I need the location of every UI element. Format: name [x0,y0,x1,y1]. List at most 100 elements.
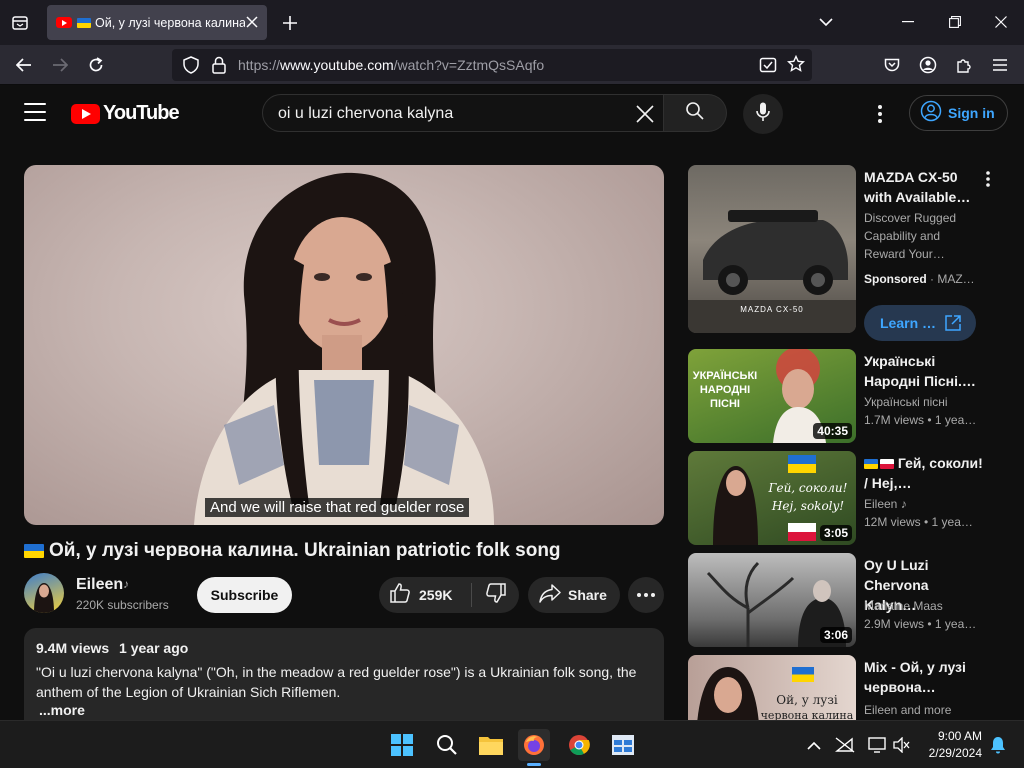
share-arrow-icon [539,583,561,608]
tab-list-icon[interactable] [6,9,34,37]
new-tab-plus-icon[interactable] [277,10,303,36]
video-title[interactable]: Українські Народні Пісні.… [864,351,984,391]
reader-view-icon[interactable] [759,56,777,79]
ad-title[interactable]: MAZDA CX-50 with Available… [864,167,984,207]
share-button[interactable]: Share [528,577,620,613]
video-player[interactable]: And we will raise that red guelder rose [24,165,664,525]
recommended-mix[interactable]: Ой, у лузі червона калина Mix - Ой, у лу… [688,655,1008,720]
channel-name[interactable]: Eileen [76,576,123,594]
extensions-puzzle-icon[interactable] [950,51,978,79]
view-count: 9.4M views [36,640,110,656]
more-actions-icon[interactable] [628,577,664,613]
search-input[interactable]: oi u luzi chervona kalyna [262,94,664,132]
video-thumbnail[interactable]: Ой, у лузі червона калина [688,655,856,720]
address-bar[interactable]: https://www.youtube.com/watch?v=ZztmQsSA… [172,49,812,81]
search-icon[interactable] [431,729,463,761]
settings-more-icon[interactable] [866,100,894,128]
url-path: /watch?v=ZztmQsSAqfo [393,57,545,73]
description-meta: 9.4M views 1 year ago [36,640,652,656]
recommended-video-1[interactable]: УКРАЇНСЬКІ НАРОДНІ ПІСНІ 40:35 Українськ… [688,349,1008,443]
subscriber-count: 220K subscribers [76,598,169,612]
list-all-tabs-chevron-icon[interactable] [811,8,841,36]
recommended-video-3[interactable]: 3:06 Oy U Luzi Chervona Kalyn… Marlaine … [688,553,1008,647]
video-duration: 3:06 [819,627,852,643]
dislike-button[interactable] [472,577,519,613]
pocket-icon[interactable] [878,51,906,79]
youtube-logo[interactable]: YouTube [71,102,180,125]
video-meta: 12M views • 1 yea… [864,515,973,529]
app-menu-hamburger-icon[interactable] [986,51,1014,79]
chrome-icon[interactable] [563,729,595,761]
youtube-header: YouTube oi u luzi chervona kalyna Sign i… [0,85,1024,141]
ukraine-flag-icon [24,544,44,558]
video-channel[interactable]: Eileen and more [864,703,951,717]
video-thumbnail[interactable]: Гей, соколи! Hej, sokoly! 3:05 [688,451,856,545]
video-title[interactable]: Гей, соколи! / Hej,… [864,453,984,493]
reload-icon[interactable] [82,51,110,79]
lock-icon[interactable] [211,56,227,79]
notification-bell-icon[interactable] [982,729,1014,761]
clear-search-icon[interactable] [633,102,657,126]
video-channel[interactable]: Українські пісні [864,395,948,409]
network-offline-icon[interactable] [829,729,861,761]
sign-in-label: Sign in [948,105,995,121]
account-icon[interactable] [914,51,942,79]
video-channel[interactable]: Marlaine Maas [864,599,943,613]
voice-search-button[interactable] [743,94,783,134]
video-title: Ой, у лузі червона калина. Ukrainian pat… [24,540,664,562]
youtube-logo-text: YouTube [103,102,180,124]
windows-start-icon[interactable] [386,729,418,761]
sign-in-button[interactable]: Sign in [909,95,1008,131]
tab-title: Ой, у лузі червона калина. Ukrainian pat… [95,15,245,30]
url-host: www.youtube.com [280,57,394,73]
video-channel[interactable]: Eileen ♪ [864,497,907,511]
url-scheme: https:// [238,57,281,73]
search-button[interactable] [664,94,727,132]
description-box[interactable]: 9.4M views 1 year ago "Oi u luzi chervon… [24,628,664,720]
control-panel-icon[interactable] [607,729,639,761]
url-text: https://www.youtube.com/watch?v=ZztmQsSA… [238,57,544,73]
thumbs-down-icon [485,582,507,609]
ad-options-icon[interactable] [976,167,1000,191]
close-window-icon[interactable] [986,8,1016,36]
clock-time[interactable]: 9:00 AM [920,729,982,743]
video-duration: 40:35 [813,423,852,439]
guide-menu-icon[interactable] [24,103,46,121]
subscribe-button[interactable]: Subscribe [197,577,292,613]
learn-more-button[interactable]: Learn … [864,305,976,341]
video-caption: And we will raise that red guelder rose [205,498,470,517]
bookmark-star-icon[interactable] [786,54,806,78]
show-more-link[interactable]: ...more [39,702,652,718]
video-title-text: Ой, у лузі червона калина. Ukrainian pat… [49,540,561,561]
tracking-protection-shield-icon[interactable] [182,56,200,79]
ad-sponsored-line: Sponsored · MAZ… [864,272,975,286]
thumbnail-text-1: Гей, соколи! [768,481,848,495]
tab-youtube[interactable]: Ой, у лузі червона калина. Ukrainian pat… [47,5,267,40]
video-thumbnail[interactable]: УКРАЇНСЬКІ НАРОДНІ ПІСНІ 40:35 [688,349,856,443]
thumbnail-text: УКРАЇНСЬКІ НАРОДНІ ПІСНІ [692,370,758,410]
channel-avatar[interactable] [24,573,64,613]
clock-date[interactable]: 2/29/2024 [920,746,982,760]
firefox-icon[interactable] [518,729,550,761]
video-title[interactable]: Mix - Ой, у лузі червона… [864,657,984,697]
ad-thumbnail[interactable]: MAZDA CX-50 [688,165,856,333]
video-thumbnail[interactable]: 3:06 [688,553,856,647]
video-frame-image [194,172,494,525]
volume-muted-icon[interactable] [886,729,918,761]
thumbnail-text-1: Ой, у лузі [776,693,838,707]
restore-window-icon[interactable] [940,8,970,36]
back-arrow-icon[interactable] [10,51,38,79]
file-explorer-icon[interactable] [475,729,507,761]
tray-chevron-up-icon[interactable] [798,729,830,761]
close-tab-icon[interactable] [243,13,261,31]
thumbs-up-icon [389,582,411,609]
microphone-icon [756,102,770,127]
minimize-window-icon[interactable] [893,8,923,36]
video-duration: 3:05 [819,525,852,541]
browser-nav-bar: https://www.youtube.com/watch?v=ZztmQsSA… [0,45,1024,85]
like-button[interactable]: 259K [379,577,471,613]
sponsored-ad-card[interactable]: MAZDA CX-50 MAZDA CX-50 with Available… … [688,165,1008,341]
recommended-video-2[interactable]: Гей, соколи! Hej, sokoly! 3:05 Гей, соко… [688,451,1008,545]
forward-arrow-icon[interactable] [46,51,74,79]
video-meta: 2.9M views • 1 yea… [864,617,977,631]
